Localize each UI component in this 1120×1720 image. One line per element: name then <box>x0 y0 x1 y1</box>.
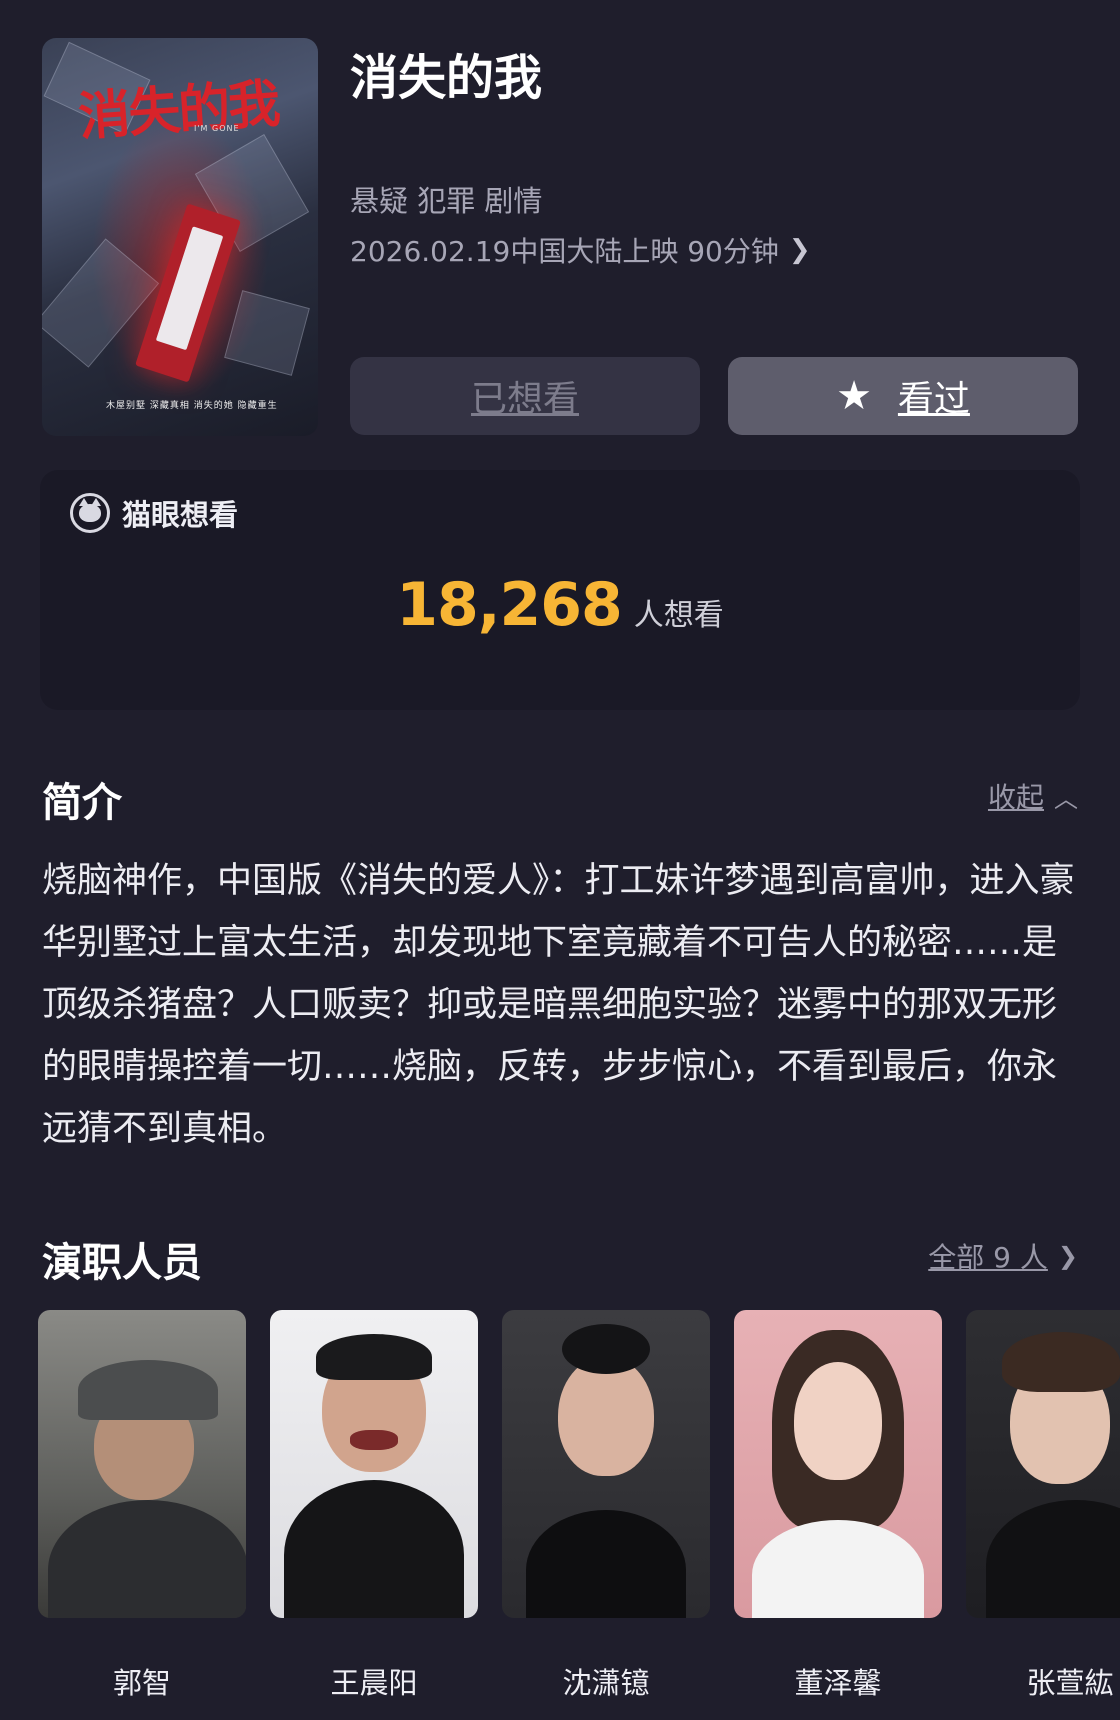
star-icon: ★ <box>836 373 872 419</box>
want-count-unit: 人想看 <box>633 598 724 633</box>
chevron-right-icon: ❯ <box>788 235 811 265</box>
want-to-watch-label: 已想看 <box>470 379 579 420</box>
poster-glass-shard <box>224 290 310 376</box>
cast-section-title: 演职人员 <box>42 1240 202 1286</box>
chevron-right-icon: ❯ <box>1057 1242 1078 1270</box>
cast-card[interactable]: 王晨阳 演员 <box>270 1310 478 1720</box>
collapse-label: 收起 <box>987 781 1044 814</box>
cast-name: 董泽馨 <box>794 1666 882 1700</box>
maoyan-want-card: 猫眼想看 18,268 人想看 <box>40 470 1080 710</box>
collapse-synopsis-button[interactable]: 收起 ︿ <box>988 776 1078 816</box>
cast-photo <box>270 1310 478 1618</box>
release-info-link[interactable]: 2026.02.19中国大陆上映 90分钟 ❯ <box>350 230 811 270</box>
cast-list: 郭智 导演 王晨阳 演员 沈潇镱 演员 董泽馨 饰：许梦 <box>38 1310 1120 1720</box>
cast-name: 张萱紘 <box>1026 1666 1114 1700</box>
cast-card[interactable]: 沈潇镱 演员 <box>502 1310 710 1720</box>
maoyan-cat-icon <box>70 493 110 533</box>
want-to-watch-button[interactable]: 已想看 <box>350 357 700 435</box>
cast-card[interactable]: 张萱紘 演员 <box>966 1310 1120 1720</box>
cast-role: 演员 <box>270 1716 478 1720</box>
synopsis-title: 简介 <box>42 780 122 826</box>
movie-title: 消失的我 <box>350 50 543 106</box>
all-cast-label: 全部 9 人 <box>928 1241 1048 1274</box>
movie-poster[interactable]: 消失的我 I'M GONE 木屋别墅 深藏真相 消失的她 隐藏重生 <box>42 38 318 436</box>
want-count: 18,268 <box>396 570 623 640</box>
cast-photo <box>966 1310 1120 1618</box>
poster-title: 消失的我 <box>76 73 281 148</box>
cast-photo <box>38 1310 246 1618</box>
cast-name: 郭智 <box>112 1666 171 1700</box>
synopsis-text: 烧脑神作，中国版《消失的爱人》：打工妹许梦遇到高富帅，进入豪华别墅过上富太生活，… <box>42 861 1075 1149</box>
cast-role: 导演 <box>38 1716 246 1720</box>
all-cast-link[interactable]: 全部 9 人 ❯ <box>928 1236 1078 1276</box>
cast-role: 演员 <box>966 1716 1120 1720</box>
cast-name: 沈潇镱 <box>562 1666 650 1700</box>
watched-button[interactable]: ★ 看过 <box>728 357 1078 435</box>
watched-label: 看过 <box>897 379 970 420</box>
cast-name: 王晨阳 <box>330 1666 418 1700</box>
cast-photo <box>734 1310 942 1618</box>
maoyan-label: 猫眼想看 <box>122 498 239 532</box>
release-info: 2026.02.19中国大陆上映 90分钟 <box>350 235 779 268</box>
cast-role: 饰：许梦 <box>734 1716 942 1720</box>
poster-subtitle: I'M GONE <box>194 124 240 133</box>
movie-genres: 悬疑 犯罪 剧情 <box>350 184 543 218</box>
cast-card[interactable]: 董泽馨 饰：许梦 <box>734 1310 942 1720</box>
cast-photo <box>502 1310 710 1618</box>
cast-card[interactable]: 郭智 导演 <box>38 1310 246 1720</box>
chevron-up-icon: ︿ <box>1054 784 1078 813</box>
cast-role: 演员 <box>502 1716 710 1720</box>
poster-tagline: 木屋别墅 深藏真相 消失的她 隐藏重生 <box>106 401 278 411</box>
